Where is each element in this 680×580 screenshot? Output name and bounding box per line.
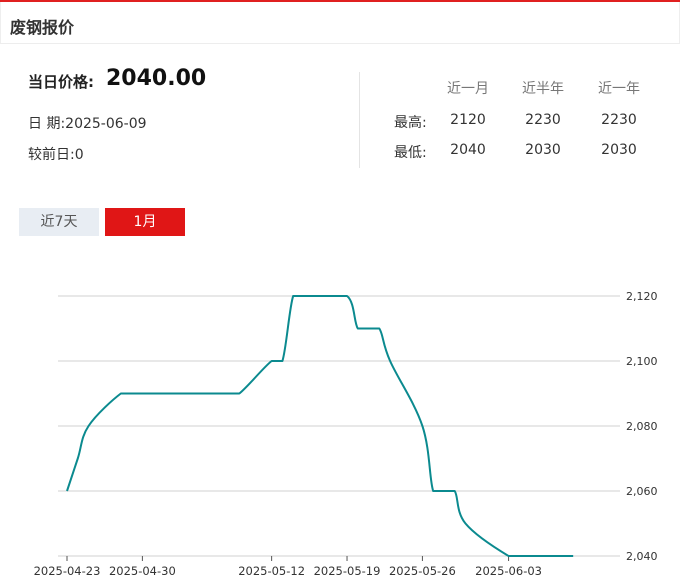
stats-cell: 2230 (525, 112, 561, 128)
price-label: 当日价格: (28, 73, 94, 91)
change-label: 较前日: (28, 147, 75, 163)
stats-cell: 2040 (450, 142, 486, 158)
stats-header-row: 近一月 近半年 近一年 (380, 78, 670, 98)
date-row: 日 期:2025-06-09 (28, 113, 147, 133)
summary-divider (359, 72, 360, 168)
tab-1-month[interactable]: 1月 (105, 208, 185, 236)
stats-col-year: 近一年 (598, 81, 640, 97)
panel-header: 废钢报价 (0, 2, 680, 44)
stats-cell: 2120 (450, 112, 486, 128)
y-tick-label: 2,080 (626, 420, 658, 433)
x-tick-label: 2025-05-19 (314, 564, 381, 578)
price-value: 2040.00 (106, 66, 207, 91)
date-value: 2025-06-09 (65, 116, 147, 132)
y-tick-label: 2,100 (626, 355, 658, 368)
x-tick-label: 2025-05-26 (389, 564, 456, 578)
y-tick-label: 2,040 (626, 550, 658, 563)
x-tick-label: 2025-04-30 (109, 564, 176, 578)
x-tick-label: 2025-04-23 (34, 564, 101, 578)
date-label: 日 期: (28, 116, 66, 132)
stats-col-month: 近一月 (447, 81, 489, 97)
stats-row-label: 最低: (394, 145, 427, 161)
stats-col-half-year: 近半年 (522, 81, 564, 97)
y-tick-label: 2,120 (626, 290, 658, 303)
tab-7-days[interactable]: 近7天 (19, 208, 99, 236)
price-line-chart: 2,120 2,100 2,080 2,060 2,040 2025-04-23 2025-… (34, 290, 658, 578)
change-row: 较前日:0 (28, 144, 84, 164)
change-value: 0 (74, 147, 84, 163)
stats-row-low: 最低: 2040 2030 2030 (380, 142, 670, 162)
panel-title: 废钢报价 (10, 18, 75, 37)
stats-cell: 2030 (601, 142, 637, 158)
x-tick-label: 2025-06-03 (475, 564, 542, 578)
stats-cell: 2030 (525, 142, 561, 158)
stats-cell: 2230 (601, 112, 637, 128)
x-tick-label: 2025-05-12 (238, 564, 305, 578)
y-tick-label: 2,060 (626, 485, 658, 498)
stats-row-label: 最高: (394, 115, 427, 131)
stats-row-high: 最高: 2120 2230 2230 (380, 112, 670, 132)
